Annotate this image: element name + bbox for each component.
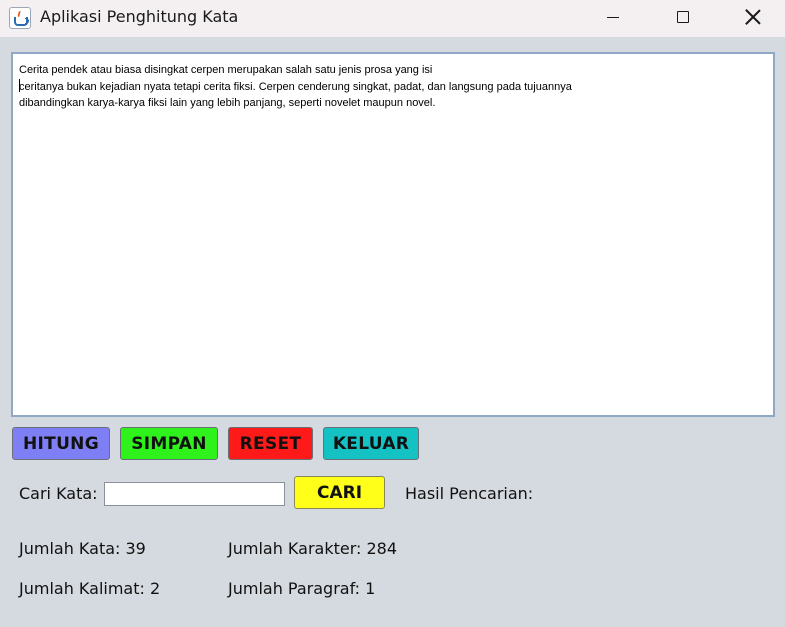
editor-line: Cerita pendek atau biasa disingkat cerpe… bbox=[19, 64, 433, 76]
keluar-button[interactable]: KELUAR bbox=[323, 427, 419, 460]
sentence-count-label: Jumlah Kalimat: 2 bbox=[19, 579, 161, 598]
editor-line: ceritanya bukan kejadian nyata tetapi ce… bbox=[19, 80, 572, 93]
paragraph-count-label: Jumlah Paragraf: 1 bbox=[228, 579, 376, 598]
word-count-label: Jumlah Kata: 39 bbox=[19, 539, 146, 558]
close-icon bbox=[744, 8, 762, 26]
reset-button[interactable]: RESET bbox=[228, 427, 313, 460]
cari-button[interactable]: CARI bbox=[294, 476, 385, 509]
search-label: Cari Kata: bbox=[19, 484, 98, 503]
minimize-icon bbox=[607, 16, 619, 18]
text-caret bbox=[19, 79, 20, 92]
window-title: Aplikasi Penghitung Kata bbox=[40, 7, 239, 26]
java-cup-icon bbox=[9, 7, 31, 29]
character-count-label: Jumlah Karakter: 284 bbox=[228, 539, 398, 558]
app-window: Aplikasi Penghitung Kata Cerita pendek a… bbox=[0, 0, 785, 627]
search-input[interactable] bbox=[104, 482, 285, 506]
title-bar: Aplikasi Penghitung Kata bbox=[0, 0, 785, 37]
search-result-label: Hasil Pencarian: bbox=[405, 484, 534, 503]
minimize-button[interactable] bbox=[583, 0, 643, 34]
editor-line: dibandingkan karya-karya fiksi lain yang… bbox=[19, 97, 436, 109]
editor-content: Cerita pendek atau biasa disingkat cerpe… bbox=[19, 62, 759, 112]
simpan-button[interactable]: SIMPAN bbox=[120, 427, 218, 460]
hitung-button[interactable]: HITUNG bbox=[12, 427, 110, 460]
maximize-button[interactable] bbox=[653, 0, 713, 34]
maximize-icon bbox=[677, 11, 689, 23]
close-button[interactable] bbox=[723, 0, 783, 34]
text-editor[interactable]: Cerita pendek atau biasa disingkat cerpe… bbox=[11, 52, 775, 417]
